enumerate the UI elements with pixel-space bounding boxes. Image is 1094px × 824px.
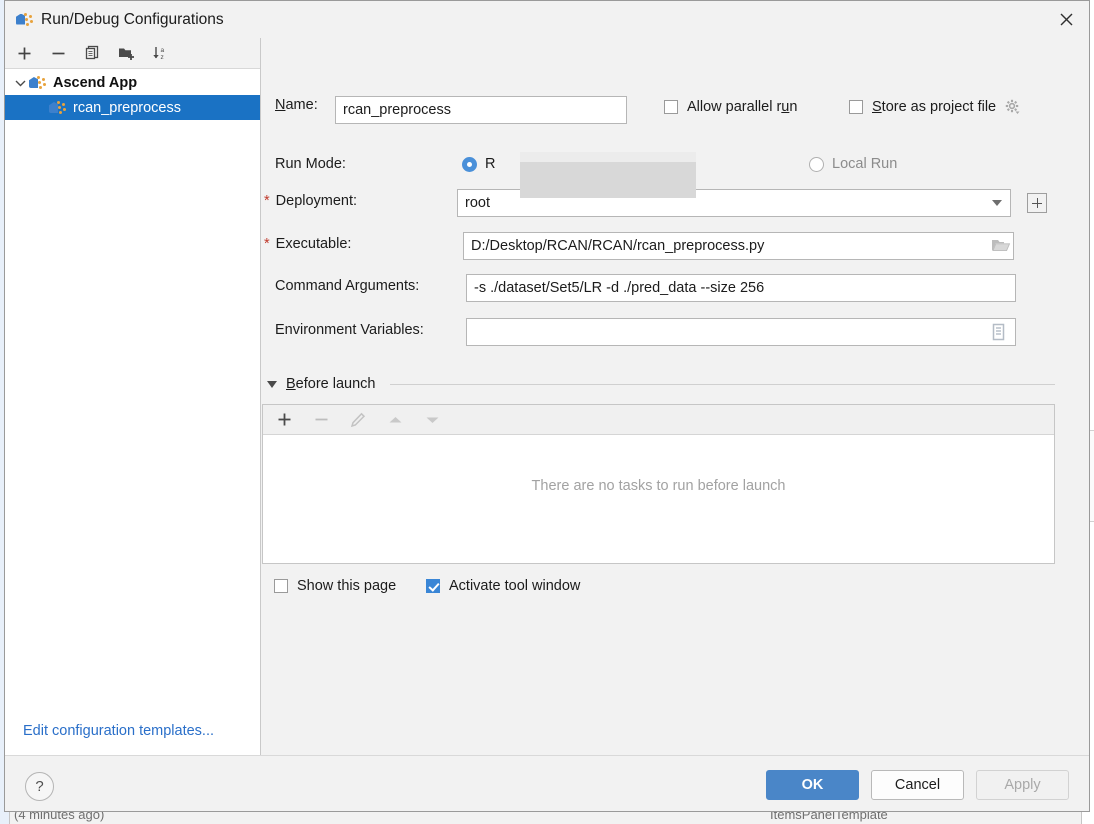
new-folder-button[interactable]: [115, 42, 137, 64]
dialog-titlebar: Run/Debug Configurations: [5, 1, 1089, 38]
run-mode-label-row: Run Mode:: [275, 156, 346, 172]
ascend-app-icon: [29, 75, 46, 90]
screen: (4 minutes ago) ItemsPanelTemplate Run/D…: [0, 0, 1094, 824]
executable-input[interactable]: D:/Desktop/RCAN/RCAN/rcan_preprocess.py: [463, 232, 1014, 260]
redaction-overlay: [520, 152, 696, 198]
remove-task-button: [310, 409, 332, 431]
chevron-down-icon[interactable]: [992, 200, 1002, 206]
run-mode-remote-option[interactable]: R: [462, 156, 495, 172]
dialog-title: Run/Debug Configurations: [41, 10, 224, 28]
configuration-form: Name: rcan_preprocess Allow parallel run…: [261, 38, 1089, 755]
add-configuration-button[interactable]: [13, 42, 35, 64]
store-as-project-file-row[interactable]: Store as project file: [849, 99, 1021, 115]
edit-configuration-templates-link[interactable]: Edit configuration templates...: [23, 723, 214, 739]
store-as-project-file-label: Store as project file: [872, 99, 997, 115]
folder-open-icon[interactable]: [991, 237, 1011, 259]
configurations-tree: Ascend App rcan_preprocess: [5, 69, 260, 755]
deployment-value: root: [465, 195, 490, 211]
before-launch-title: Before launch: [286, 376, 376, 392]
name-field-row: Name:: [275, 97, 318, 113]
activate-tool-window-row[interactable]: Activate tool window: [426, 578, 580, 594]
store-as-project-file-checkbox[interactable]: [849, 100, 863, 114]
allow-parallel-run-checkbox[interactable]: [664, 100, 678, 114]
sort-alpha-icon[interactable]: a z: [149, 42, 171, 64]
environment-variables-input[interactable]: [466, 318, 1016, 346]
help-button[interactable]: ?: [25, 772, 54, 801]
executable-value: D:/Desktop/RCAN/RCAN/rcan_preprocess.py: [471, 238, 765, 254]
executable-label: Executable:: [275, 236, 352, 252]
environment-variables-label-row: Environment Variables:: [275, 322, 424, 338]
tree-group-label: Ascend App: [53, 74, 138, 91]
ok-button[interactable]: OK: [766, 770, 859, 800]
copy-configuration-button[interactable]: [81, 42, 103, 64]
dialog-footer: ? OK Cancel Apply: [5, 755, 1089, 811]
run-mode-remote-label: R: [485, 156, 496, 172]
before-launch-separator: [390, 383, 1055, 385]
tree-item-label: rcan_preprocess: [73, 99, 181, 116]
show-this-page-row[interactable]: Show this page: [274, 578, 396, 594]
deployment-label: Deployment:: [275, 193, 358, 209]
dialog-body: a z Ascend App rcan_preprocess Edit conf…: [5, 38, 1089, 755]
before-launch-toolbar: [263, 405, 1054, 435]
tree-group-ascend-app[interactable]: Ascend App: [5, 70, 260, 95]
executable-required-marker: *: [264, 236, 270, 252]
move-task-up-button: [384, 409, 406, 431]
apply-button: Apply: [976, 770, 1069, 800]
activate-tool-window-label: Activate tool window: [449, 578, 581, 594]
executable-label-row: * Executable:: [264, 236, 351, 252]
before-launch-panel: There are no tasks to run before launch: [262, 404, 1055, 564]
run-debug-configurations-dialog: Run/Debug Configurations a z Ascend App …: [4, 0, 1090, 812]
configurations-panel: a z Ascend App rcan_preprocess Edit conf…: [5, 38, 261, 755]
command-arguments-input[interactable]: -s ./dataset/Set5/LR -d ./pred_data --si…: [466, 274, 1016, 302]
name-label: Name:: [275, 97, 318, 113]
ascend-app-icon: [16, 12, 33, 28]
deployment-required-marker: *: [264, 193, 270, 209]
run-mode-local-option[interactable]: Local Run: [809, 156, 897, 172]
deployment-label-row: * Deployment:: [264, 193, 357, 209]
run-mode-local-label: Local Run: [832, 156, 898, 172]
show-this-page-label: Show this page: [297, 578, 397, 594]
before-launch-header[interactable]: Before launch: [267, 376, 1055, 392]
name-input[interactable]: rcan_preprocess: [335, 96, 627, 124]
activate-tool-window-checkbox[interactable]: [426, 579, 440, 593]
tree-item-rcan-preprocess[interactable]: rcan_preprocess: [5, 95, 260, 120]
run-mode-remote-radio[interactable]: [462, 156, 477, 172]
list-edit-icon[interactable]: [991, 323, 1006, 346]
triangle-down-icon[interactable]: [267, 380, 277, 388]
show-this-page-checkbox[interactable]: [274, 579, 288, 593]
edit-task-button: [347, 409, 369, 431]
configurations-toolbar: a z: [5, 38, 260, 69]
svg-text:a: a: [161, 47, 165, 54]
remove-configuration-button[interactable]: [47, 42, 69, 64]
run-mode-label: Run Mode:: [275, 156, 346, 172]
run-mode-local-radio[interactable]: [809, 156, 824, 172]
deployment-add-button[interactable]: [1027, 193, 1047, 213]
command-arguments-label: Command Arguments:: [275, 278, 420, 294]
svg-text:z: z: [161, 54, 164, 61]
ascend-app-icon: [49, 100, 66, 115]
allow-parallel-run-label: Allow parallel run: [687, 99, 798, 115]
command-arguments-label-row: Command Arguments:: [275, 278, 419, 294]
before-launch-empty-message: There are no tasks to run before launch: [531, 478, 786, 494]
add-task-button[interactable]: [273, 409, 295, 431]
allow-parallel-run-row[interactable]: Allow parallel run: [664, 99, 797, 115]
chevron-down-icon[interactable]: [11, 79, 29, 87]
cancel-button[interactable]: Cancel: [871, 770, 964, 800]
environment-variables-label: Environment Variables:: [275, 322, 424, 338]
gear-icon[interactable]: [1005, 99, 1021, 115]
close-icon[interactable]: [1043, 1, 1089, 37]
move-task-down-button: [421, 409, 443, 431]
